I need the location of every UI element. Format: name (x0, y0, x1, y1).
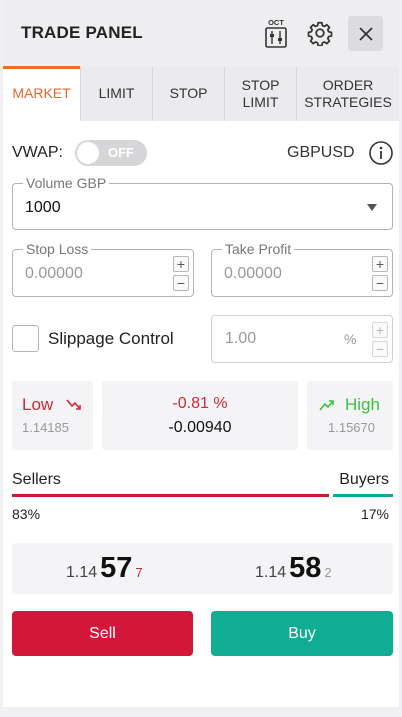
slippage-input: 1.00 % + − (211, 315, 393, 363)
tab-limit[interactable]: LIMIT (81, 66, 153, 121)
stop-loss-field[interactable]: Stop Loss 0.00000 + − (12, 241, 194, 297)
tab-stop-limit[interactable]: STOP LIMIT (225, 66, 297, 121)
gear-icon[interactable] (304, 17, 336, 49)
slippage-unit: % (344, 331, 357, 347)
take-profit-placeholder: 0.00000 (224, 265, 282, 282)
buyers-percent: 17% (360, 506, 389, 522)
high-value: 1.15670 (328, 420, 375, 435)
slippage-checkbox[interactable] (12, 325, 39, 352)
sellers-bar (12, 494, 329, 497)
slippage-decrement-button: − (372, 341, 388, 357)
price-display: 1.14 57 7 1.14 58 2 (12, 543, 393, 594)
sellers-percent: 83% (12, 506, 41, 522)
toggle-state-text: OFF (108, 145, 134, 160)
trade-panel: TRADE PANEL OCT MARKET LIMIT STOP STOP L… (3, 0, 399, 707)
vwap-toggle[interactable]: OFF (75, 140, 147, 166)
volume-legend: Volume GBP (23, 175, 110, 191)
panel-header: TRADE PANEL OCT (3, 0, 399, 66)
buy-button[interactable]: Buy (211, 611, 393, 656)
slippage-increment-button: + (372, 322, 388, 338)
order-type-tabs: MARKET LIMIT STOP STOP LIMIT ORDER STRAT… (3, 66, 399, 121)
trend-down-icon (66, 399, 81, 410)
tab-order-strategies[interactable]: ORDER STRATEGIES (297, 66, 399, 121)
bid-price: 1.14 57 7 (66, 552, 143, 585)
info-icon[interactable] (368, 140, 394, 166)
high-stat: High 1.15670 (307, 381, 393, 450)
panel-title: TRADE PANEL (21, 23, 143, 42)
change-stat: -0.81 % -0.00940 (102, 381, 298, 450)
low-value: 1.14185 (22, 420, 69, 435)
low-label: Low (22, 395, 54, 414)
toggle-knob (77, 142, 99, 164)
ask-price-pip: 2 (324, 565, 332, 580)
ask-price: 1.14 58 2 (255, 552, 332, 585)
buyers-label: Buyers (339, 471, 389, 488)
slippage-value: 1.00 (225, 330, 257, 347)
take-profit-legend: Take Profit (222, 241, 295, 257)
ask-price-base: 1.14 (255, 564, 287, 581)
take-profit-decrement-button[interactable]: − (372, 275, 388, 291)
stop-loss-legend: Stop Loss (23, 241, 92, 257)
take-profit-field[interactable]: Take Profit 0.00000 + − (211, 241, 393, 297)
stop-loss-placeholder: 0.00000 (25, 265, 83, 282)
ask-price-big: 58 (289, 552, 322, 584)
vwap-label: VWAP: (12, 144, 63, 161)
vwap-row: VWAP: OFF GBPUSD (12, 139, 394, 167)
change-absolute: -0.00940 (168, 419, 232, 436)
volume-value: 1000 (25, 199, 61, 216)
high-label: High (345, 395, 380, 414)
buyers-bar (333, 494, 393, 497)
change-percent: -0.81 % (172, 395, 228, 412)
tab-market[interactable]: MARKET (3, 66, 81, 121)
close-button[interactable] (348, 16, 383, 51)
sellers-label: Sellers (12, 471, 61, 488)
calendar-icon-text: OCT (268, 18, 284, 27)
take-profit-increment-button[interactable]: + (372, 256, 388, 272)
sell-button[interactable]: Sell (12, 611, 193, 656)
stop-loss-decrement-button[interactable]: − (173, 275, 189, 291)
chevron-down-icon (367, 204, 377, 211)
trend-up-icon (319, 400, 334, 411)
bid-price-pip: 7 (135, 565, 143, 580)
volume-dropdown[interactable]: Volume GBP 1000 (12, 175, 393, 230)
bid-price-big: 57 (100, 552, 133, 584)
bid-price-base: 1.14 (66, 564, 98, 581)
stop-loss-increment-button[interactable]: + (173, 256, 189, 272)
low-stat: Low 1.14185 (12, 381, 93, 450)
tab-stop[interactable]: STOP (153, 66, 225, 121)
slippage-label: Slippage Control (48, 329, 174, 348)
symbol-label: GBPUSD (287, 144, 355, 161)
close-icon (358, 26, 373, 41)
calendar-settings-icon[interactable]: OCT (261, 16, 291, 50)
